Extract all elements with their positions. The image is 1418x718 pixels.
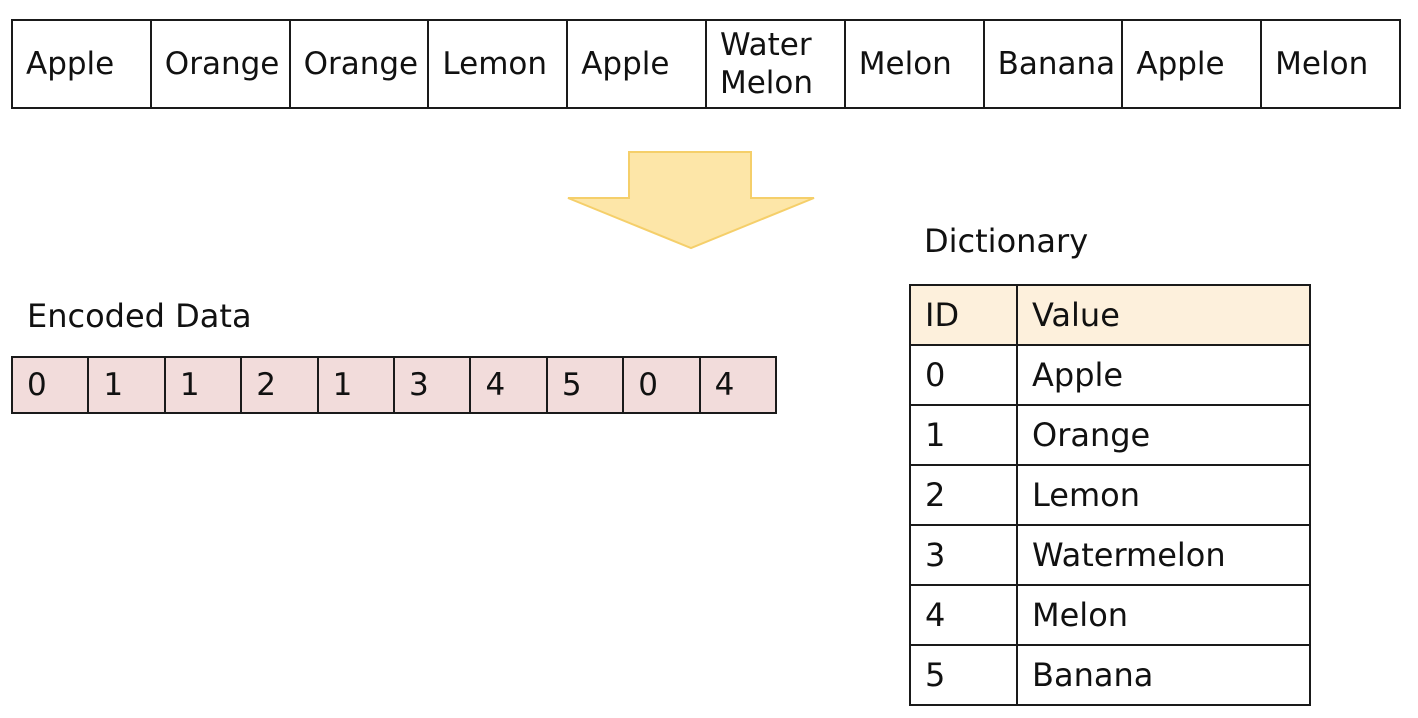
dictionary-label: Dictionary: [924, 222, 1089, 260]
dictionary-id-cell: 3: [909, 524, 1018, 586]
dictionary-table: ID Value 0 Apple 1 Orange 2 Lemon 3 Wate…: [909, 284, 1311, 706]
encoded-data-cell: 5: [548, 358, 625, 412]
dictionary-row: 1 Orange: [909, 404, 1311, 466]
dictionary-value-cell: Banana: [1016, 644, 1311, 706]
dictionary-row: 3 Watermelon: [909, 524, 1311, 586]
dictionary-row: 0 Apple: [909, 344, 1311, 406]
encoded-data-cell: 4: [471, 358, 548, 412]
encoded-data-cell: 4: [714, 367, 735, 403]
raw-data-cell: Melon: [1275, 46, 1369, 82]
dictionary-value-cell: Apple: [1016, 344, 1311, 406]
encoded-data-cell: 1: [319, 358, 396, 412]
dictionary-row: 5 Banana: [909, 644, 1311, 706]
dictionary-value-cell: Orange: [1016, 404, 1311, 466]
dictionary-id-cell: 0: [909, 344, 1018, 406]
dictionary-header-id: ID: [909, 284, 1018, 346]
dictionary-row: 2 Lemon: [909, 464, 1311, 526]
dictionary-row: 4 Melon: [909, 584, 1311, 646]
encoded-data-row: 0 1 1 2 1 3 4 5 0 4: [11, 356, 777, 414]
encoded-data-cell: 3: [395, 358, 472, 412]
dictionary-value-cell: Melon: [1016, 584, 1311, 646]
raw-data-cell: Apple: [568, 21, 707, 107]
dictionary-header-value: Value: [1016, 284, 1311, 346]
encoded-data-cell: 1: [89, 358, 166, 412]
dictionary-id-cell: 4: [909, 584, 1018, 646]
dictionary-id-cell: 5: [909, 644, 1018, 706]
raw-data-cell: Apple: [1123, 21, 1263, 107]
encoded-data-cell: 0: [13, 358, 90, 412]
raw-data-cell: Orange: [291, 21, 430, 107]
encoded-data-cell: 1: [166, 358, 243, 412]
dictionary-value-cell: Watermelon: [1016, 524, 1311, 586]
raw-data-cell: Melon: [846, 21, 985, 107]
dictionary-id-cell: 2: [909, 464, 1018, 526]
dictionary-value-cell: Lemon: [1016, 464, 1311, 526]
raw-data-cell: Banana: [985, 21, 1124, 107]
down-arrow-shape: [567, 151, 815, 250]
raw-data-cell: Lemon: [429, 21, 569, 107]
encoded-data-label: Encoded Data: [27, 297, 252, 335]
encoded-data-cell: 0: [624, 358, 701, 412]
raw-data-cell: Apple: [13, 21, 152, 107]
down-arrow-icon: [567, 151, 815, 250]
dictionary-id-cell: 1: [909, 404, 1018, 466]
raw-data-row: Apple Orange Orange Lemon Apple Water Me…: [11, 19, 1401, 109]
encoded-data-cell: 2: [242, 358, 319, 412]
raw-data-cell: Water Melon: [707, 21, 846, 107]
raw-data-cell: Orange: [152, 21, 291, 107]
dictionary-header-row: ID Value: [909, 284, 1311, 346]
